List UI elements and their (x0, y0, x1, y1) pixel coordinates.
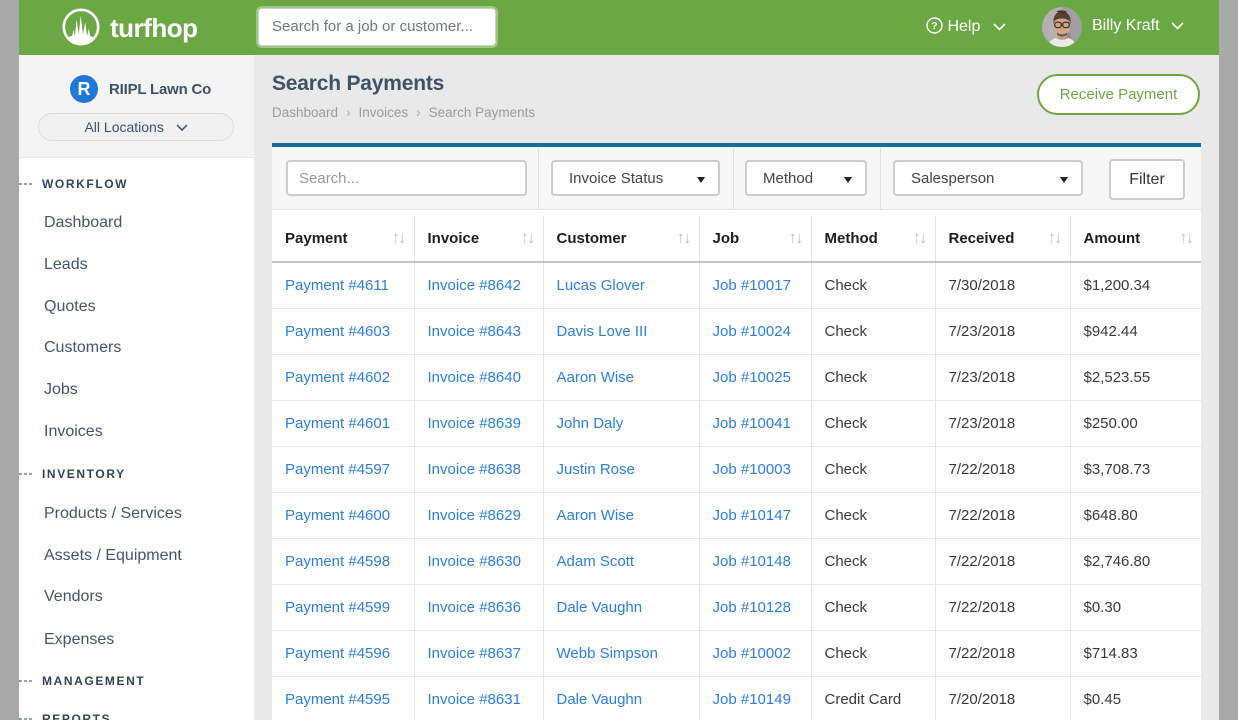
svg-text:?: ? (931, 20, 937, 32)
